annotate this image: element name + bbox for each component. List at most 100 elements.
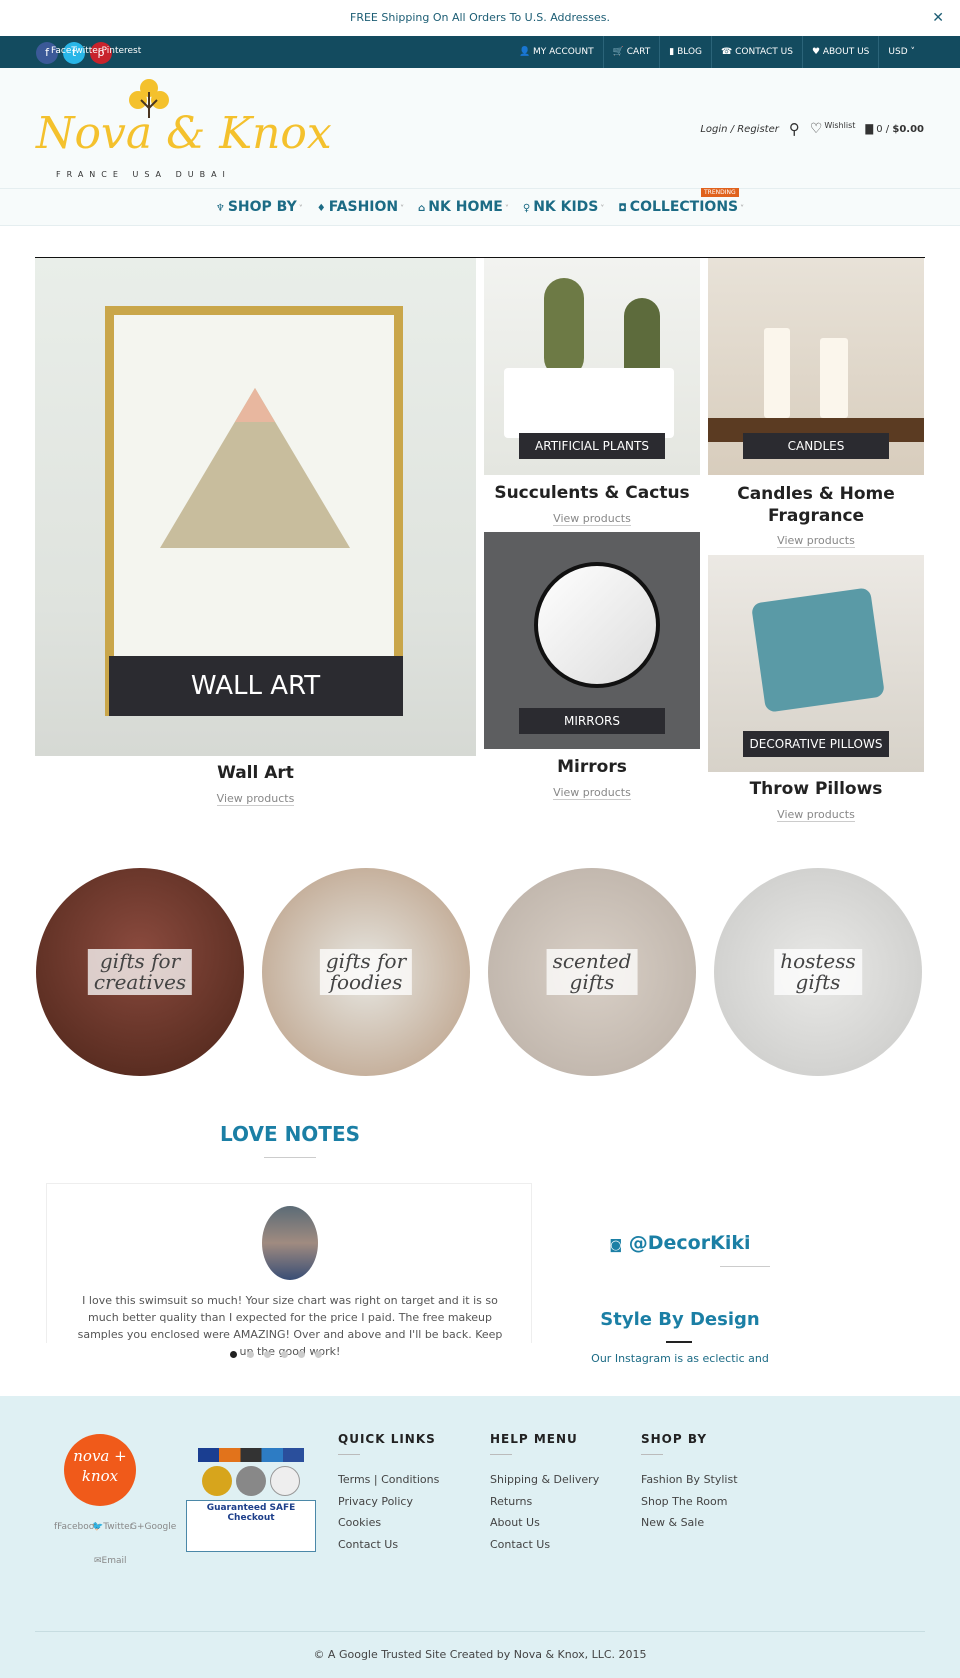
succulents-label: ARTIFICIAL PLANTS (519, 433, 665, 459)
slide-dot[interactable] (298, 1351, 305, 1358)
mirrors-image[interactable]: MIRRORS (484, 532, 700, 749)
gift-label: gifts for creatives (87, 949, 193, 995)
category-title[interactable]: Succulents & Cactus (484, 483, 700, 503)
footer: nova + knox fFacebook 🐦Twitter G+Google … (0, 1396, 960, 1678)
slide-dot[interactable] (247, 1351, 254, 1358)
close-icon[interactable]: ✕ (932, 0, 944, 36)
nav-collections[interactable]: ◘ COLLECTIONS ˅ (618, 199, 744, 215)
view-products-link[interactable]: View products (484, 786, 700, 800)
divider (264, 1157, 316, 1158)
social-labels: FaceTwitterPinterest (51, 46, 142, 56)
promo-bar: FREE Shipping On All Orders To U.S. Addr… (0, 0, 960, 36)
nav-nk-kids[interactable]: ♀ NK KIDS ˅ (523, 199, 605, 215)
category-title[interactable]: Throw Pillows (708, 779, 924, 799)
logo[interactable]: Nova & Knox (36, 108, 332, 159)
trending-badge: TRENDING (701, 188, 739, 197)
nav-nk-home[interactable]: ⌂ NK HOME ˅ (418, 199, 509, 215)
currency-select[interactable]: USD ˅ (878, 36, 924, 68)
gifts-scented-circle[interactable]: scented gifts (488, 868, 696, 1076)
main-nav: ♆ SHOP BY ˅ ♦ FASHION ˅ ⌂ NK HOME ˅ ♀ NK KIDS ˅ … (0, 188, 960, 226)
footer-link[interactable]: Shipping & Delivery (490, 1469, 599, 1491)
gifts-foodies-circle[interactable]: gifts for foodies (262, 868, 470, 1076)
footer-twitter-link[interactable]: 🐦Twitter (92, 1522, 133, 1532)
view-products-link[interactable]: View products (35, 792, 476, 806)
quick-links-title: QUICK LINKS (338, 1432, 439, 1455)
category-title[interactable]: Wall Art (35, 763, 476, 783)
shop-by-title: SHOP BY (641, 1432, 738, 1455)
footer-link[interactable]: Cookies (338, 1512, 439, 1534)
footer-google-link[interactable]: G+Google (130, 1522, 176, 1532)
gifts-creatives-circle[interactable]: gifts for creatives (36, 868, 244, 1076)
footer-email-link[interactable]: ✉Email (94, 1556, 127, 1566)
candles-image[interactable]: CANDLES (708, 258, 924, 475)
help-menu: HELP MENU Shipping & Delivery Returns Abou… (490, 1432, 599, 1555)
slide-dot[interactable] (281, 1351, 288, 1358)
promo-text: FREE Shipping On All Orders To U.S. Addr… (350, 11, 610, 24)
category-title[interactable]: Mirrors (484, 757, 700, 777)
logo-subtitle: FRANCE USA DUBAI (56, 170, 231, 179)
view-products-link[interactable]: View products (484, 512, 700, 526)
love-notes-heading: LOVE NOTES (219, 1122, 361, 1146)
wall-art-image[interactable]: WALL ART (35, 258, 476, 756)
footer-link[interactable]: New & Sale (641, 1512, 738, 1534)
safe-checkout-text: Guaranteed SAFE Checkout (206, 1503, 296, 1523)
triangle-art-icon (160, 388, 350, 548)
view-products-link[interactable]: View products (708, 534, 924, 548)
cart-link[interactable]: 🛒 CART (602, 36, 660, 68)
footer-link[interactable]: Fashion By Stylist (641, 1469, 738, 1491)
footer-logo[interactable]: nova + knox (64, 1434, 136, 1506)
instagram-text: Our Instagram is as eclectic and (591, 1352, 769, 1365)
footer-link[interactable]: Privacy Policy (338, 1491, 439, 1513)
gift-label: gifts for foodies (319, 949, 413, 995)
divider (720, 1266, 770, 1267)
succulents-image[interactable]: ARTIFICIAL PLANTS (484, 258, 700, 475)
slide-dot[interactable] (230, 1351, 237, 1358)
gifts-hostess-circle[interactable]: hostess gifts (714, 868, 922, 1076)
cart-button[interactable]: ▇ 0 / $0.00 (865, 124, 924, 135)
pillows-image[interactable]: DECORATIVE PILLOWS (708, 555, 924, 772)
candles-label: CANDLES (743, 433, 889, 459)
footer-link[interactable]: Contact Us (490, 1534, 599, 1556)
about-link[interactable]: ♥ ABOUT US (801, 36, 878, 68)
nav-fashion[interactable]: ♦ FASHION ˅ (317, 199, 404, 215)
divider (666, 1341, 692, 1343)
instagram-icon: ◙ (609, 1238, 623, 1253)
wishlist-icon[interactable]: ♡ (810, 121, 823, 137)
login-register-link[interactable]: Login / Register (700, 124, 779, 135)
quick-links: QUICK LINKS Terms | Conditions Privacy Po… (338, 1432, 439, 1555)
view-products-link[interactable]: View products (708, 808, 924, 822)
my-account-link[interactable]: 👤 MY ACCOUNT (510, 36, 603, 68)
slider-dots (230, 1351, 322, 1358)
blog-link[interactable]: ▮ BLOG (659, 36, 711, 68)
search-icon[interactable]: ⚲ (789, 120, 800, 138)
instagram-title: Style By Design (600, 1309, 760, 1330)
help-menu-title: HELP MENU (490, 1432, 599, 1455)
wishlist-label[interactable]: Wishlist (824, 121, 855, 130)
mirrors-label: MIRRORS (519, 708, 665, 734)
footer-link[interactable]: Returns (490, 1491, 599, 1513)
footer-link[interactable]: About Us (490, 1512, 599, 1534)
slide-dot[interactable] (264, 1351, 271, 1358)
header: Nova & Knox FRANCE USA DUBAI Login / Reg… (0, 68, 960, 188)
category-title[interactable]: Candles & Home Fragrance (708, 483, 924, 527)
wall-art-label: WALL ART (108, 656, 403, 716)
testimonial-card: I love this swimsuit so much! Your size … (46, 1183, 532, 1358)
avatar (262, 1206, 318, 1280)
copyright: © A Google Trusted Site Created by Nova … (313, 1648, 647, 1661)
nav-shop-by[interactable]: ♆ SHOP BY ˅ (216, 199, 303, 215)
gift-label: scented gifts (546, 949, 638, 995)
divider (35, 1631, 925, 1632)
footer-link[interactable]: Shop The Room (641, 1491, 738, 1513)
testimonial-quote: I love this swimsuit so much! Your size … (77, 1294, 503, 1358)
bag-icon: ▇ (865, 123, 874, 135)
footer-link[interactable]: Terms | Conditions (338, 1469, 439, 1491)
instagram-handle[interactable]: ◙ @DecorKiki (560, 1232, 800, 1254)
shop-by-menu: SHOP BY Fashion By Stylist Shop The Room N… (641, 1432, 738, 1534)
gift-label: hostess gifts (774, 949, 862, 995)
top-bar: f t p FaceTwitterPinterest 👤 MY ACCOUNT … (0, 36, 960, 68)
pillows-label: DECORATIVE PILLOWS (743, 731, 889, 757)
footer-link[interactable]: Contact Us (338, 1534, 439, 1556)
safe-checkout-badges: Guaranteed SAFE Checkout (186, 1448, 316, 1552)
contact-link[interactable]: ☎ CONTACT US (711, 36, 802, 68)
slide-dot[interactable] (315, 1351, 322, 1358)
